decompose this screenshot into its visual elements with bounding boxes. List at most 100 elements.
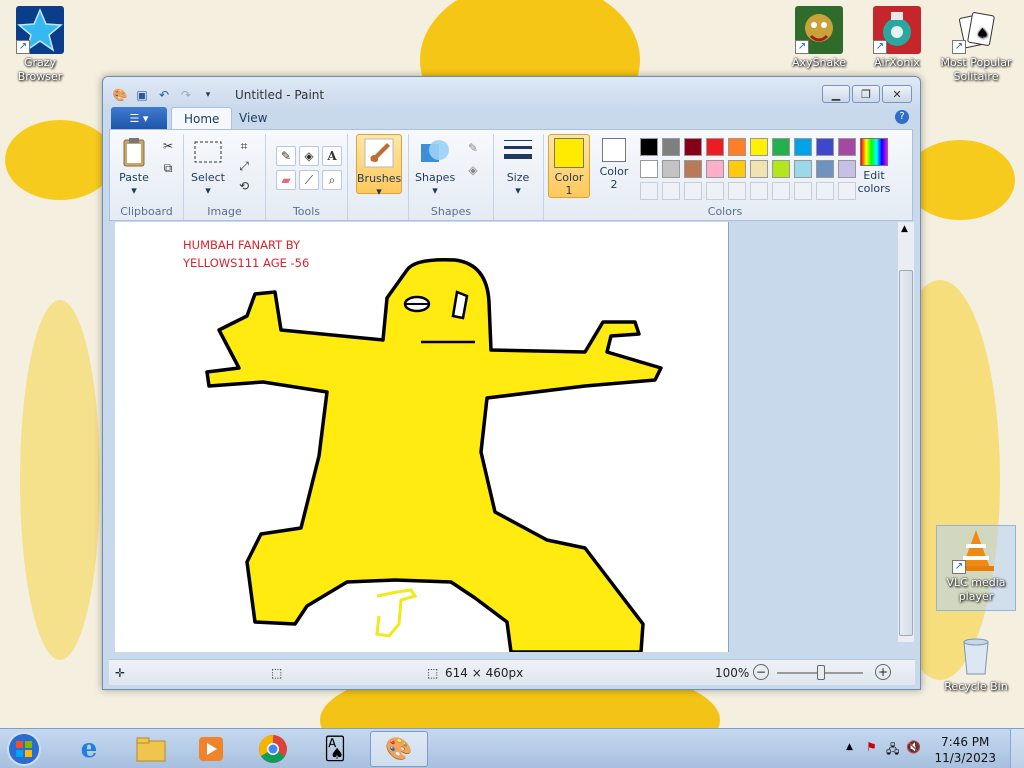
palette-swatch[interactable] <box>728 138 746 156</box>
palette-swatch-empty[interactable] <box>684 182 702 200</box>
palette-swatch[interactable] <box>706 138 724 156</box>
palette-swatch[interactable] <box>684 160 702 178</box>
desktop-icon-vlc-media-player[interactable]: ↗ VLC media player <box>936 525 1016 611</box>
palette-swatch-empty[interactable] <box>816 182 834 200</box>
pencil-icon[interactable]: ✎ <box>276 146 296 166</box>
palette-swatch-empty[interactable] <box>794 182 812 200</box>
color2-button[interactable]: Color 2 <box>594 138 634 191</box>
canvas-area[interactable]: HUMBAH FANART BY YELLOWS111 AGE -56 <box>109 222 900 655</box>
palette-swatch-empty[interactable] <box>662 182 680 200</box>
palette-swatch[interactable] <box>706 160 724 178</box>
text-tool-icon[interactable]: A <box>322 146 342 166</box>
maximize-button[interactable]: ❐ <box>852 85 880 103</box>
help-icon[interactable]: ? <box>895 110 909 124</box>
playing-cards-icon: 🂡 <box>323 736 347 762</box>
show-desktop-button[interactable] <box>1010 729 1024 768</box>
minimize-button[interactable]: ▁ <box>822 85 850 103</box>
eraser-icon[interactable]: ▰ <box>276 170 296 190</box>
scrollbar-thumb[interactable] <box>899 270 913 636</box>
crop-icon[interactable]: ⌗ <box>234 136 254 156</box>
palette-swatch[interactable] <box>728 160 746 178</box>
vertical-scrollbar[interactable]: ▲ <box>897 222 914 642</box>
taskbar-internet-explorer[interactable]: e <box>60 731 118 767</box>
palette-swatch-empty[interactable] <box>750 182 768 200</box>
size-button[interactable]: Size ▾ <box>500 136 536 197</box>
desktop-icon-airxonix[interactable]: ↗ AirXonix <box>857 6 937 70</box>
network-icon[interactable]: 🖧 <box>886 740 899 761</box>
shortcut-arrow-icon: ↗ <box>873 40 887 54</box>
palette-swatch[interactable] <box>816 138 834 156</box>
magnifier-icon[interactable]: ⌕ <box>322 170 342 190</box>
action-center-icon[interactable]: ⚑ <box>866 740 877 754</box>
desktop-icon-most-popular-solitaire[interactable]: ♠ ↗ Most Popular Solitaire <box>936 6 1016 84</box>
paint-app-icon[interactable]: 🎨 <box>111 86 129 104</box>
shapes-button[interactable]: Shapes ▾ <box>415 136 455 197</box>
palette-swatch[interactable] <box>662 160 680 178</box>
palette-swatch[interactable] <box>750 138 768 156</box>
title-bar[interactable]: 🎨 ▣ ↶ ↷ ▾ Untitled - Paint ▁ ❐ ✕ <box>103 77 920 111</box>
close-button[interactable]: ✕ <box>882 85 912 103</box>
palette-swatch-empty[interactable] <box>706 182 724 200</box>
palette-swatch[interactable] <box>640 160 658 178</box>
taskbar-file-explorer[interactable] <box>122 731 180 767</box>
zoom-in-button[interactable]: + <box>875 664 891 680</box>
group-clipboard: Paste ▾ ✂ ⧉ Clipboard <box>110 134 184 220</box>
customize-qat-icon[interactable]: ▾ <box>199 86 217 104</box>
edit-colors-button[interactable]: Edit colors <box>852 138 896 195</box>
palette-swatch-empty[interactable] <box>728 182 746 200</box>
palette-swatch[interactable] <box>794 138 812 156</box>
zoom-out-button[interactable]: − <box>753 664 769 680</box>
recycle-bin-icon <box>952 630 1000 678</box>
cut-icon[interactable]: ✂ <box>158 136 178 156</box>
desktop-icon-grazy-browser[interactable]: ↗ Grazy Browser <box>0 6 80 84</box>
copy-icon[interactable]: ⧉ <box>158 158 178 178</box>
paste-button[interactable]: Paste ▾ <box>116 136 152 197</box>
palette-swatch-empty[interactable] <box>772 182 790 200</box>
palette-swatch[interactable] <box>794 160 812 178</box>
desktop-icon-recycle-bin[interactable]: Recycle Bin <box>936 630 1016 694</box>
scroll-up-arrow-icon[interactable]: ▲ <box>901 224 908 234</box>
rotate-icon[interactable]: ⟲ <box>234 176 254 196</box>
redo-icon[interactable]: ↷ <box>177 86 195 104</box>
svg-text:♠: ♠ <box>976 26 989 42</box>
undo-icon[interactable]: ↶ <box>155 86 173 104</box>
paint-menu-button[interactable]: ☰ ▾ <box>111 107 167 129</box>
tab-view[interactable]: View <box>227 107 279 129</box>
resize-icon[interactable]: ⤢ <box>234 156 254 176</box>
fill-bucket-icon[interactable]: ◈ <box>299 146 319 166</box>
palette-swatch[interactable] <box>750 160 768 178</box>
clock[interactable]: 7:46 PM 11/3/2023 <box>934 734 996 766</box>
color-picker-icon[interactable]: ⟋ <box>299 170 319 190</box>
palette-swatch[interactable] <box>772 160 790 178</box>
canvas-size-text: 614 × 460px <box>445 666 524 680</box>
show-hidden-icons-icon[interactable]: ▲ <box>846 742 853 752</box>
color1-button[interactable]: Color 1 <box>548 134 590 198</box>
system-tray: ▲ ⚑ 🖧 🔇 7:46 PM 11/3/2023 <box>824 729 1024 768</box>
line-size-icon <box>502 136 534 168</box>
select-button[interactable]: Select ▾ <box>190 136 226 197</box>
fill-icon[interactable]: ◈ <box>463 160 483 180</box>
taskbar-paint[interactable]: 🎨 <box>370 731 428 767</box>
tab-home[interactable]: Home <box>171 107 233 129</box>
taskbar-solitaire[interactable]: 🂡 <box>306 731 364 767</box>
zoom-slider-thumb[interactable] <box>817 665 825 680</box>
drawing-canvas[interactable]: HUMBAH FANART BY YELLOWS111 AGE -56 <box>115 222 729 652</box>
palette-swatch[interactable] <box>772 138 790 156</box>
color-spectrum-icon <box>860 138 888 166</box>
volume-muted-icon[interactable]: 🔇 <box>906 740 921 754</box>
palette-swatch[interactable] <box>640 138 658 156</box>
palette-swatch-empty[interactable] <box>640 182 658 200</box>
group-size: Size ▾ <box>494 134 544 220</box>
brushes-button[interactable]: Brushes ▾ <box>356 134 402 198</box>
paint-window[interactable]: 🎨 ▣ ↶ ↷ ▾ Untitled - Paint ▁ ❐ ✕ ☰ ▾ Hom… <box>102 76 921 690</box>
save-icon[interactable]: ▣ <box>133 86 151 104</box>
taskbar-media-player[interactable] <box>182 731 240 767</box>
desktop-icon-axysnake[interactable]: ↗ AxySnake <box>779 6 859 70</box>
palette-swatch[interactable] <box>684 138 702 156</box>
shortcut-arrow-icon: ↗ <box>952 40 966 54</box>
taskbar-chrome[interactable] <box>244 731 302 767</box>
outline-icon[interactable]: ✎ <box>463 138 483 158</box>
palette-swatch[interactable] <box>816 160 834 178</box>
palette-swatch[interactable] <box>662 138 680 156</box>
start-button[interactable] <box>4 731 44 767</box>
